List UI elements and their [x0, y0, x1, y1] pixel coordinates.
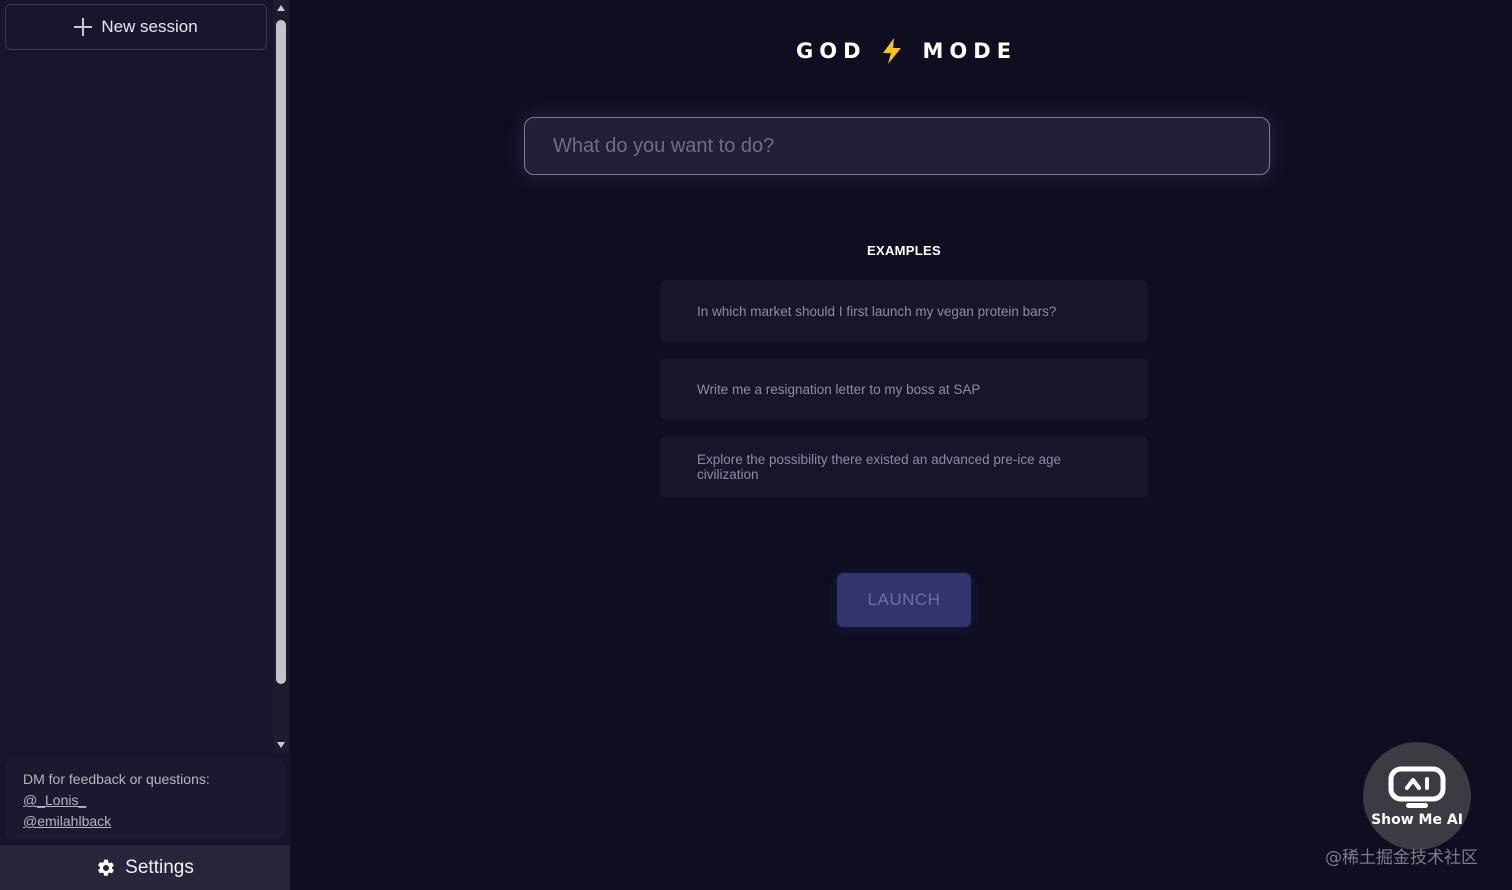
prompt-input[interactable] — [524, 117, 1270, 175]
examples-title: EXAMPLES — [867, 243, 941, 258]
brand-left: GOD — [796, 39, 867, 63]
feedback-box: DM for feedback or questions: @_Lonis_ @… — [5, 759, 285, 839]
feedback-handle-lonis[interactable]: @_Lonis_ — [23, 790, 267, 811]
watermark-logo: Show Me AI — [1363, 742, 1471, 850]
lightning-bolt-icon — [882, 38, 901, 64]
example-text: Write me a resignation letter to my boss… — [697, 381, 981, 397]
watermark-brand: Show Me AI — [1371, 812, 1463, 828]
plus-icon — [74, 18, 93, 36]
scroll-thumb[interactable] — [276, 20, 286, 684]
new-session-button[interactable]: New session — [5, 4, 267, 50]
brand-right: MODE — [922, 39, 1018, 63]
new-session-label: New session — [101, 17, 198, 36]
sidebar: New session DM for feedback or questions… — [0, 0, 290, 890]
example-text: Explore the possibility there existed an… — [697, 452, 1061, 482]
feedback-handle-emilahlback[interactable]: @emilahlback — [23, 811, 267, 832]
robot-icon — [1388, 766, 1446, 808]
feedback-prompt: DM for feedback or questions: — [23, 771, 210, 787]
scroll-up-icon[interactable] — [277, 5, 285, 11]
launch-button[interactable]: LAUNCH — [837, 573, 971, 627]
scroll-down-icon[interactable] — [277, 742, 285, 748]
watermark-text: @稀土掘金技术社区 — [1325, 848, 1478, 868]
gear-icon — [98, 859, 114, 876]
example-card-1[interactable]: In which market should I first launch my… — [660, 280, 1148, 342]
sidebar-scrollbar[interactable] — [273, 0, 289, 753]
settings-label: Settings — [125, 856, 194, 878]
example-card-2[interactable]: Write me a resignation letter to my boss… — [660, 358, 1148, 420]
settings-button[interactable]: Settings — [0, 845, 290, 890]
example-card-3[interactable]: Explore the possibility there existed an… — [660, 436, 1148, 498]
example-text: In which market should I first launch my… — [697, 303, 1057, 319]
brand-title: GOD MODE — [796, 36, 1017, 66]
